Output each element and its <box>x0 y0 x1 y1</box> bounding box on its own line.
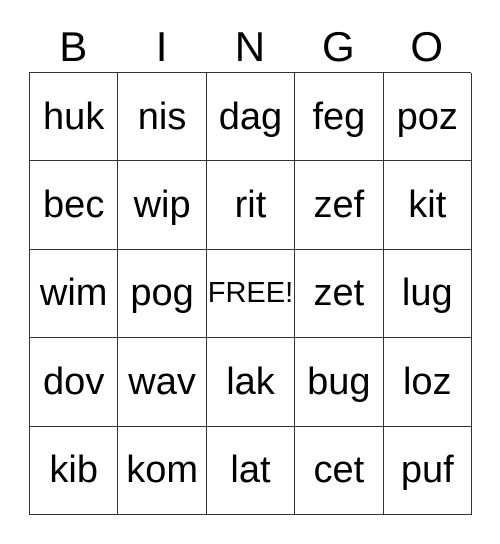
bingo-cell-label: loz <box>402 360 452 403</box>
bingo-cell-i4[interactable]: wav <box>118 338 207 427</box>
bingo-cell-o3[interactable]: lug <box>383 249 472 339</box>
bingo-header-row: B I N G O <box>29 22 471 72</box>
bingo-cell-label: lat <box>230 449 271 492</box>
bingo-cell-label: kit <box>408 184 447 227</box>
bingo-cell-label: nis <box>137 95 187 138</box>
bingo-cell-n1[interactable]: dag <box>206 73 296 162</box>
bingo-cell-label: bec <box>43 184 105 227</box>
bingo-cell-o2[interactable]: kit <box>383 161 472 250</box>
bingo-cell-g5[interactable]: cet <box>295 426 384 515</box>
bingo-cell-label: pog <box>130 272 194 315</box>
bingo-cell-label: wav <box>128 360 196 403</box>
bingo-cell-b5[interactable]: kib <box>30 426 119 515</box>
bingo-cell-label: bug <box>307 360 371 403</box>
bingo-cell-g3[interactable]: zet <box>295 249 384 339</box>
bingo-cell-i2[interactable]: wip <box>118 161 207 250</box>
bingo-cell-o4[interactable]: loz <box>383 338 472 427</box>
bingo-cell-b2[interactable]: bec <box>30 161 119 250</box>
bingo-column-header-g: G <box>322 23 355 70</box>
bingo-cell-g2[interactable]: zef <box>295 161 384 250</box>
bingo-column-header-o: O <box>410 23 444 70</box>
bingo-free-space-label: FREE! <box>207 276 294 309</box>
bingo-cell-label: kom <box>126 449 198 492</box>
bingo-cell-i3[interactable]: pog <box>118 249 207 339</box>
bingo-cell-i1[interactable]: nis <box>118 73 207 162</box>
bingo-cell-label: wip <box>133 184 191 227</box>
bingo-column-header-n: N <box>234 23 266 70</box>
bingo-cell-b4[interactable]: dov <box>30 338 119 427</box>
bingo-cell-g1[interactable]: feg <box>295 73 384 162</box>
bingo-cell-free-space[interactable]: FREE! <box>206 249 296 339</box>
bingo-cell-b1[interactable]: huk <box>30 73 119 162</box>
bingo-row-1: huk nis dag feg poz <box>30 73 472 162</box>
bingo-cell-g4[interactable]: bug <box>295 338 384 427</box>
bingo-cell-label: dov <box>43 360 105 403</box>
bingo-cell-i5[interactable]: kom <box>118 426 207 515</box>
bingo-row-4: dov wav lak bug loz <box>30 338 472 427</box>
bingo-cell-label: zet <box>313 272 365 315</box>
bingo-cell-label: zef <box>313 184 365 227</box>
bingo-cell-label: huk <box>43 95 105 138</box>
bingo-cell-b3[interactable]: wim <box>30 249 119 339</box>
bingo-column-header-b: B <box>59 23 88 70</box>
bingo-cell-label: poz <box>396 95 458 138</box>
bingo-cell-n5[interactable]: lat <box>206 426 296 515</box>
bingo-cell-label: lak <box>226 360 275 403</box>
bingo-cell-n2[interactable]: rit <box>206 161 296 250</box>
bingo-cell-label: dag <box>218 95 283 138</box>
bingo-row-5: kib kom lat cet puf <box>30 426 472 515</box>
bingo-cell-n4[interactable]: lak <box>206 338 296 427</box>
bingo-row-2: bec wip rit zef kit <box>30 161 472 250</box>
bingo-column-header-i: I <box>155 23 168 70</box>
bingo-cell-o1[interactable]: poz <box>383 73 472 162</box>
bingo-card: B I N G O huk nis dag feg poz bec wip ri… <box>29 22 472 515</box>
bingo-cell-label: puf <box>400 449 454 492</box>
bingo-cell-label: kib <box>49 449 98 492</box>
bingo-cell-label: lug <box>401 272 453 315</box>
bingo-cell-label: rit <box>234 184 267 227</box>
bingo-cell-label: feg <box>312 95 366 138</box>
bingo-cell-o5[interactable]: puf <box>383 426 472 515</box>
bingo-cell-label: cet <box>313 449 365 492</box>
bingo-row-3: wim pog FREE! zet lug <box>30 249 472 339</box>
bingo-grid: huk nis dag feg poz bec wip rit zef kit … <box>29 72 472 515</box>
bingo-cell-label: wim <box>39 272 108 315</box>
